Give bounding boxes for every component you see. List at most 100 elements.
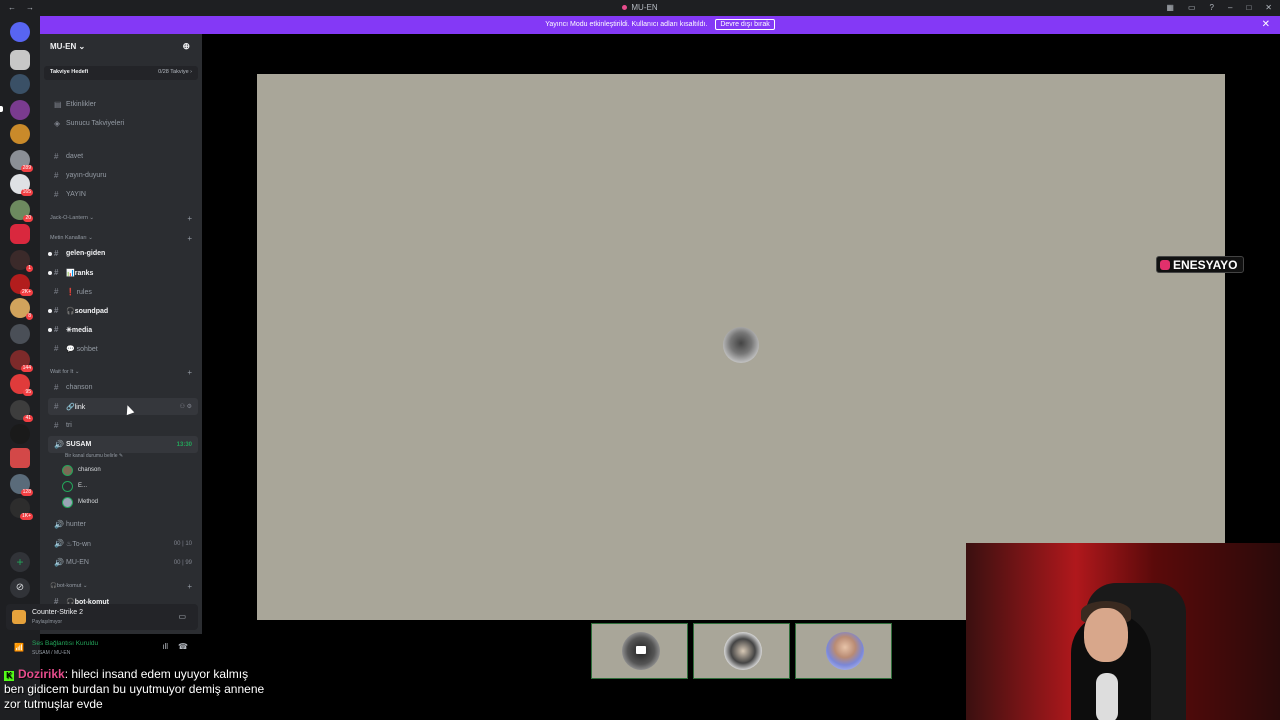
server-icon[interactable] (10, 100, 30, 120)
voice-channel-item[interactable]: 🔊 hunter (48, 516, 198, 533)
channel-item[interactable]: # YAYIN (48, 186, 198, 203)
server-icon[interactable]: 20 (10, 200, 33, 222)
server-icon[interactable]: 165 (10, 174, 33, 196)
server-icon[interactable] (10, 124, 30, 144)
add-channel-icon[interactable]: + (187, 214, 192, 223)
chat-message-line: ben gidicem burdan bu uyutmuyor demiş an… (4, 682, 265, 696)
signal-icon[interactable]: 📶 (14, 643, 24, 652)
hash-icon: # (54, 190, 59, 199)
voice-connection-panel: 📶 Ses Bağlantısı Kuruldu SUSAM / MU-EN ı… (6, 634, 198, 660)
category-text-channels[interactable]: Metin Kanalları ⌄ + (50, 234, 192, 243)
chat-message-line: K Dozirikk: hileci insand edem uyuyor kal… (4, 667, 304, 682)
channel-item[interactable]: # gelen-giden (48, 245, 198, 262)
server-icon[interactable]: 95 (10, 374, 33, 396)
voice-member[interactable]: chanson (62, 463, 101, 477)
voice-member[interactable]: E... (62, 479, 87, 493)
voice-member[interactable]: Method (62, 495, 98, 509)
app-icon (622, 5, 628, 11)
server-icon[interactable] (10, 50, 30, 70)
discord-home-icon[interactable] (10, 22, 30, 42)
maximize-icon[interactable]: □ (1246, 3, 1251, 12)
participant-tile[interactable] (795, 623, 892, 679)
boost-label: Takviye Hedefi (50, 69, 89, 75)
guild-header[interactable]: MU-EN ⌄ ⊕ (40, 34, 202, 60)
activity-panel[interactable]: Counter-Strike 2 Paylaşılmıyor ▭ (6, 604, 198, 630)
title-bar: ← → MU-EN ▦ ▭ ? – □ ✕ (0, 0, 1280, 16)
sidebar-item-server-boosts[interactable]: ◈ Sunucu Takviyeleri (48, 115, 198, 132)
camera-icon (636, 646, 646, 654)
participant-tile[interactable] (591, 623, 688, 679)
hash-icon: # (54, 421, 59, 430)
noise-suppression-icon[interactable]: ıll (162, 642, 168, 651)
server-icon[interactable] (10, 324, 30, 344)
channel-item[interactable]: # ✳media (48, 321, 198, 338)
server-icon[interactable] (10, 74, 30, 94)
sidebar-item-events[interactable]: ▤ Etkinlikler (48, 96, 198, 113)
channel-item[interactable]: # davet (48, 148, 198, 165)
channel-item[interactable]: # 📊ranks (48, 264, 198, 281)
channel-sidebar: MU-EN ⌄ ⊕ Takviye Hedefi 0/28 Takviye › … (40, 34, 202, 634)
server-icon[interactable]: 128 (10, 474, 33, 496)
category-bot-command[interactable]: 🎧bot-komut ⌄ + (50, 582, 192, 591)
boost-icon: ◈ (54, 119, 61, 128)
participant-tile[interactable] (693, 623, 790, 679)
channel-item[interactable]: # yayın-duyuru (48, 167, 198, 184)
minimize-icon[interactable]: – (1228, 3, 1232, 12)
voice-channel-item[interactable]: 🔊 MU-EN 00 | 99 (48, 554, 198, 571)
screen-share-icon[interactable]: ▭ (178, 612, 186, 621)
add-channel-icon[interactable]: + (187, 234, 192, 243)
server-icon[interactable]: 2K+ (10, 274, 33, 296)
channel-item[interactable]: # 💬 sohbet (48, 340, 198, 357)
voice-status[interactable]: Ses Bağlantısı Kuruldu (32, 640, 98, 647)
chat-username: Dozirikk (18, 667, 65, 681)
disconnect-icon[interactable]: ☎ (178, 642, 188, 651)
channel-item[interactable]: # ❗ rules (48, 283, 198, 300)
speaker-avatar (723, 327, 759, 363)
avatar (62, 464, 73, 476)
speaker-icon: 🔊 (54, 520, 64, 529)
invite-icon[interactable]: ⊕ (182, 41, 190, 52)
server-icon[interactable] (10, 448, 30, 468)
add-channel-icon[interactable]: + (187, 368, 192, 377)
stream-view[interactable] (257, 74, 1225, 620)
hash-icon: # (54, 344, 59, 353)
user-limit: 00 | 10 (173, 540, 192, 547)
hash-icon: # (54, 402, 59, 411)
server-icon[interactable]: 289 (10, 150, 33, 172)
server-icon[interactable] (10, 424, 30, 444)
voice-channel-active[interactable]: 🔊 SUSAM 13:30 (48, 436, 198, 453)
hash-icon: # (54, 383, 59, 392)
help-icon[interactable]: ? (1210, 3, 1214, 12)
speaker-icon: 🔊 (54, 558, 64, 567)
unread-dot (48, 252, 52, 256)
calendar-icon: ▤ (54, 100, 62, 109)
close-window-icon[interactable]: ✕ (1265, 3, 1272, 12)
activity-sub: Paylaşılmıyor (32, 619, 63, 625)
screen-icon[interactable]: ▭ (1188, 3, 1196, 12)
channel-item[interactable]: # chanson (48, 379, 198, 396)
disable-streamer-mode-button[interactable]: Devre dışı bırak (715, 19, 775, 30)
category-wait-for-it[interactable]: Wait for It ⌄ + (50, 368, 192, 377)
boost-goal[interactable]: Takviye Hedefi 0/28 Takviye › (44, 66, 198, 80)
server-icon[interactable]: 1K+ (10, 498, 33, 520)
unread-dot (48, 328, 52, 332)
add-channel-icon[interactable]: + (187, 582, 192, 591)
category-jack-o-lantern[interactable]: Jack-O-Lantern ⌄ + (50, 214, 192, 223)
channel-item[interactable]: # tri (48, 417, 198, 434)
webcam-overlay (966, 543, 1280, 720)
server-icon[interactable]: 1 (10, 250, 33, 272)
voice-status-prompt[interactable]: Bir kanal durumu belirle ✎ (65, 453, 123, 459)
explore-icon[interactable]: ⊘ (10, 578, 30, 598)
channel-item[interactable]: # 🎧soundpad (48, 302, 198, 319)
server-icon[interactable]: 8 (10, 298, 33, 320)
inbox-icon[interactable]: ▦ (1166, 3, 1174, 12)
add-server-icon[interactable]: + (10, 552, 30, 572)
kick-icon: K (4, 671, 14, 681)
channel-settings-icon[interactable]: ⚇ ⚙ (180, 403, 192, 410)
server-icon[interactable]: 144 (10, 350, 33, 372)
close-icon[interactable]: ✕ (1262, 16, 1270, 34)
participant-tiles (591, 623, 892, 679)
server-icon[interactable] (10, 224, 30, 244)
server-icon[interactable]: 41 (10, 400, 33, 422)
voice-channel-item[interactable]: 🔊 ♨To-wn 00 | 10 (48, 535, 198, 552)
